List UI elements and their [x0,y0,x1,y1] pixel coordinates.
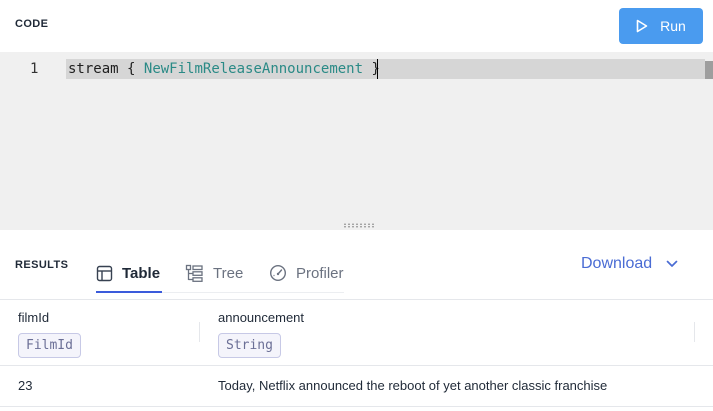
code-panel-title: CODE [15,18,49,30]
column-type-badge-filmid: FilmId [18,333,81,358]
tab-profiler-label: Profiler [296,264,344,282]
tab-tree[interactable]: Tree [185,254,243,292]
code-text[interactable]: stream { NewFilmReleaseAnnouncement } [68,61,380,77]
results-table-header: filmId FilmId announcement String [0,300,713,366]
run-button-label: Run [660,18,686,34]
resize-handle[interactable] [343,223,375,228]
code-line-highlight[interactable]: stream { NewFilmReleaseAnnouncement } [66,59,705,79]
tab-table-label: Table [122,264,161,282]
column-header-filmid[interactable]: filmId [18,310,49,325]
download-label: Download [581,255,653,272]
text-cursor [377,59,378,79]
active-tab-indicator [96,291,162,293]
column-type-badge-announcement: String [218,333,281,358]
table-cell-announcement: Today, Netflix announced the reboot of y… [218,378,608,393]
column-header-announcement[interactable]: announcement [218,310,304,325]
gauge-icon [269,264,287,282]
table-cell-filmid: 23 [18,378,33,393]
code-open-brace: { [127,61,136,77]
results-panel-title: RESULTS [15,259,69,271]
table-row[interactable]: 23 Today, Netflix announced the reboot o… [0,366,713,407]
download-button[interactable]: Download [581,255,678,273]
chevron-down-icon [666,260,678,267]
play-icon [636,19,648,33]
table-icon [96,265,113,281]
code-type-name: NewFilmReleaseAnnouncement [143,61,364,77]
line-number: 1 [30,61,39,77]
code-panel-header: CODE Run [0,0,713,52]
run-button[interactable]: Run [619,8,703,44]
tab-table[interactable]: Table [96,254,160,292]
editor-scrollbar[interactable] [705,61,713,79]
tab-tree-label: Tree [213,264,244,282]
column-resize-handle[interactable] [199,322,200,342]
editor-gutter: 1 [0,52,64,230]
code-keyword: stream [68,61,119,77]
tree-icon [185,264,203,282]
column-resize-handle[interactable] [694,322,695,342]
code-editor[interactable]: 1 stream { NewFilmReleaseAnnouncement } [0,52,713,230]
code-close-brace: } [371,61,380,77]
results-panel-header: RESULTS Table Tree Profiler Download [0,230,713,300]
tab-profiler[interactable]: Profiler [269,254,344,292]
